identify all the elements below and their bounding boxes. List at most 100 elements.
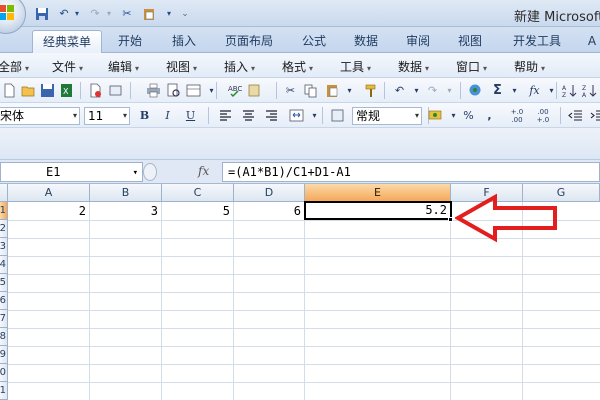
sigma-icon: Σ [493,83,502,98]
row-header-6[interactable]: 6 [0,292,8,310]
row-header-3[interactable]: 3 [0,238,8,256]
tools-icon[interactable]: ✂ [118,5,136,22]
spell-check-icon[interactable]: ABC [225,81,244,100]
row-header-8[interactable]: 8 [0,328,8,346]
merge-center-icon[interactable] [287,106,306,125]
menu-help-label: 帮助 [514,60,539,74]
comma-button[interactable]: , [480,106,499,125]
name-box[interactable]: E1 ▾ [0,162,143,182]
menu-insert[interactable]: 插入 ▾ [224,58,255,75]
hyperlink-icon[interactable] [466,81,485,100]
chevron-down-icon[interactable]: ▾ [340,81,359,100]
row-number: 3 [0,241,6,252]
excel-file-icon[interactable]: X [57,81,76,100]
menu-format[interactable]: 格式 ▾ [282,58,313,75]
percent-button[interactable]: % [459,106,478,125]
row-header-11[interactable]: 11 [0,382,8,400]
align-right-icon[interactable] [262,106,281,125]
quick-access-more-icon[interactable]: ⌄ [176,5,194,22]
cell-d1[interactable]: 6 [234,202,304,220]
cut-icon[interactable]: ✂ [281,81,300,100]
save-icon[interactable] [33,5,51,22]
column-header-e[interactable]: E [305,184,451,202]
row-header-2[interactable]: 2 [0,220,8,238]
cell-c1[interactable]: 5 [162,202,233,220]
decrease-decimal-button[interactable]: .00 +.0 [532,106,554,125]
sort-ascending-icon[interactable]: AZ [560,81,579,100]
increase-decimal-button[interactable]: +.0 .00 [506,106,528,125]
sort-descending-icon[interactable]: ZA [580,81,599,100]
tab-page-layout[interactable]: 页面布局 [216,30,282,53]
tab-view[interactable]: 视图 [450,30,490,53]
chevron-down-icon[interactable]: ▾ [440,81,459,100]
chevron-down-icon[interactable]: ▾ [542,81,561,100]
permission-icon[interactable] [106,81,125,100]
increase-indent-icon[interactable] [588,106,600,125]
select-all-corner[interactable] [0,184,8,202]
menu-tools[interactable]: 工具 ▾ [340,58,371,75]
research-icon[interactable] [245,81,264,100]
new-document-icon[interactable] [0,81,19,100]
pdf-icon[interactable] [86,81,105,100]
number-format-dropdown[interactable]: 常规 ▾ [352,107,422,125]
tab-developer[interactable]: 开发工具 [504,30,570,53]
formula-bar-handle[interactable] [143,163,157,181]
column-header-b[interactable]: B [90,184,162,202]
tab-data[interactable]: 数据 [346,30,386,53]
row-header-10[interactable]: 10 [0,364,8,382]
menu-data[interactable]: 数据 ▾ [398,58,429,75]
insert-function-icon[interactable]: fx [198,164,209,178]
menu-edit[interactable]: 编辑 ▾ [108,58,139,75]
chevron-down-icon[interactable]: ▾ [202,81,221,100]
tab-formulas[interactable]: 公式 [294,30,334,53]
menu-file[interactable]: 文件 ▾ [52,58,83,75]
undo-dropdown-icon[interactable]: ▾ [68,5,86,22]
align-left-icon[interactable] [216,106,235,125]
menu-view-label: 视图 [166,60,191,74]
cell-e1-active[interactable]: 5.2 [304,201,452,220]
chevron-down-icon[interactable]: ▾ [505,81,524,100]
tab-home[interactable]: 开始 [110,30,150,53]
column-header-a[interactable]: A [8,184,90,202]
copy-icon[interactable] [301,81,320,100]
print-preview-icon[interactable] [164,81,183,100]
currency-icon[interactable] [426,106,445,125]
cell-b1[interactable]: 3 [90,202,161,220]
underline-button[interactable]: U [181,106,200,125]
format-painter-icon[interactable] [362,81,381,100]
row-number: 9 [0,349,6,360]
open-folder-icon[interactable] [19,81,38,100]
tab-classic-menu[interactable]: 经典菜单 [32,30,102,53]
toolbar-separator [322,107,323,124]
align-center-icon[interactable] [239,106,258,125]
bold-button[interactable]: B [135,106,154,125]
paste-icon[interactable] [140,5,158,22]
print-icon[interactable] [144,81,163,100]
font-name-dropdown[interactable]: 宋体 ▾ [0,107,80,125]
column-header-d[interactable]: D [234,184,305,202]
layout-icon[interactable] [184,81,203,100]
cell-a1[interactable]: 2 [8,202,89,220]
fill-handle[interactable] [448,217,453,222]
column-header-c[interactable]: C [162,184,234,202]
menu-all[interactable]: 全部 ▾ [0,58,29,75]
redo-dropdown-icon[interactable]: ▾ [100,5,118,22]
menu-help[interactable]: 帮助 ▾ [514,58,545,75]
row-header-7[interactable]: 7 [0,310,8,328]
cell-style-icon[interactable] [328,106,347,125]
toolbar-separator [80,82,81,99]
decrease-indent-icon[interactable] [566,106,585,125]
row-header-1[interactable]: 1 [0,202,8,220]
tab-review[interactable]: 审阅 [398,30,438,53]
row-header-9[interactable]: 9 [0,346,8,364]
row-header-4[interactable]: 4 [0,256,8,274]
font-size-dropdown[interactable]: 11 ▾ [84,107,130,125]
menu-window[interactable]: 窗口 ▾ [456,58,487,75]
formula-input[interactable]: =(A1*B1)/C1+D1-A1 [222,162,600,182]
tab-overflow[interactable]: A [584,30,600,53]
row-header-5[interactable]: 5 [0,274,8,292]
italic-button[interactable]: I [158,106,177,125]
tab-insert[interactable]: 插入 [164,30,204,53]
menu-view[interactable]: 视图 ▾ [166,58,197,75]
save-icon[interactable] [38,81,57,100]
